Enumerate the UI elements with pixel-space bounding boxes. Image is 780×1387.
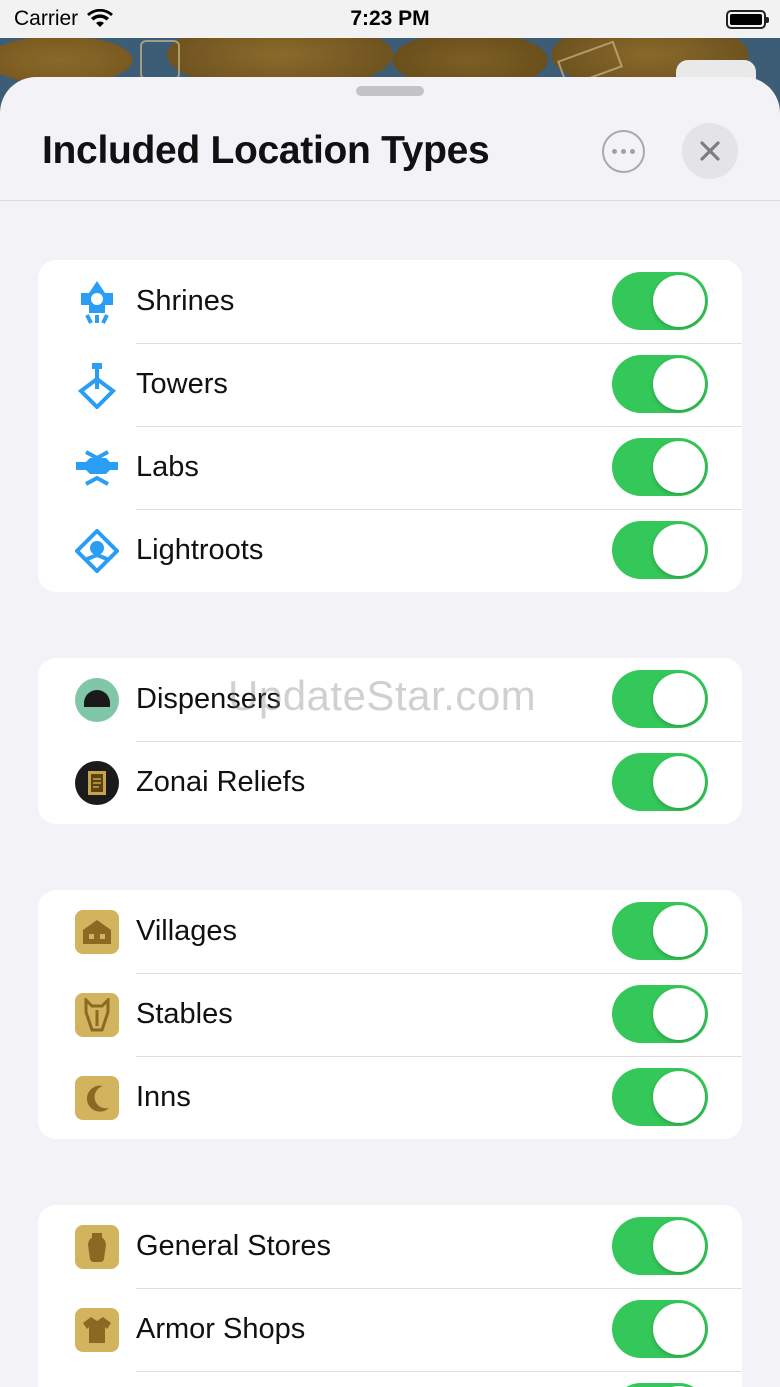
general-store-icon bbox=[74, 1224, 120, 1270]
toggle-zonai-reliefs[interactable] bbox=[612, 753, 708, 811]
sheet-header: Included Location Types bbox=[0, 77, 780, 201]
status-bar: Carrier 7:23 PM bbox=[0, 0, 780, 38]
village-icon bbox=[74, 909, 120, 955]
ellipsis-circle-icon[interactable] bbox=[602, 130, 645, 173]
toggle-villages[interactable] bbox=[612, 902, 708, 960]
zonai-relief-icon bbox=[74, 760, 120, 806]
list-item: General Stores bbox=[38, 1205, 742, 1288]
row-label: Zonai Reliefs bbox=[136, 766, 306, 798]
row-label: General Stores bbox=[136, 1230, 332, 1262]
row-label: Stables bbox=[136, 998, 233, 1030]
toggle-armor-shops[interactable] bbox=[612, 1300, 708, 1358]
stable-icon bbox=[74, 992, 120, 1038]
toggle-inns[interactable] bbox=[612, 1068, 708, 1126]
group-shrines: Shrines Towers Labs Lightroots bbox=[38, 260, 742, 592]
list-item bbox=[38, 1371, 742, 1387]
close-icon bbox=[700, 141, 720, 161]
close-button[interactable] bbox=[682, 123, 738, 179]
row-label: Villages bbox=[136, 915, 238, 947]
list-item: Armor Shops bbox=[38, 1288, 742, 1371]
toggle-general-stores[interactable] bbox=[612, 1217, 708, 1275]
dispenser-icon bbox=[74, 677, 120, 723]
shrine-icon bbox=[74, 279, 120, 325]
row-label: Lightroots bbox=[136, 534, 264, 566]
tower-icon bbox=[74, 362, 120, 409]
list-item: Villages bbox=[38, 890, 742, 973]
row-label: Inns bbox=[136, 1081, 191, 1113]
list-item: Labs bbox=[38, 426, 742, 509]
row-label: Dispensers bbox=[136, 683, 282, 715]
group-settlements: Villages Stables Inns bbox=[38, 890, 742, 1139]
toggle-towers[interactable] bbox=[612, 355, 708, 413]
toggle-dispensers[interactable] bbox=[612, 670, 708, 728]
row-label: Shrines bbox=[136, 285, 235, 317]
list-item: Dispensers bbox=[38, 658, 742, 741]
armor-shop-icon bbox=[74, 1307, 120, 1353]
list-item: Shrines bbox=[38, 260, 742, 343]
list-item: Towers bbox=[38, 343, 742, 426]
toggle-partial[interactable] bbox=[612, 1383, 708, 1387]
status-time: 7:23 PM bbox=[350, 7, 430, 30]
list-item: Lightroots bbox=[38, 509, 742, 592]
inn-icon bbox=[74, 1075, 120, 1121]
list-item: Stables bbox=[38, 973, 742, 1056]
lab-icon bbox=[74, 445, 120, 491]
list-item: Zonai Reliefs bbox=[38, 741, 742, 824]
group-zonai: Dispensers Zonai Reliefs bbox=[38, 658, 742, 824]
list-item: Inns bbox=[38, 1056, 742, 1139]
row-label: Towers bbox=[136, 368, 228, 400]
toggle-labs[interactable] bbox=[612, 438, 708, 496]
toggle-lightroots[interactable] bbox=[612, 521, 708, 579]
map-outline bbox=[140, 40, 180, 80]
toggle-shrines[interactable] bbox=[612, 272, 708, 330]
row-label: Armor Shops bbox=[136, 1313, 306, 1345]
toggle-stables[interactable] bbox=[612, 985, 708, 1043]
lightroot-icon bbox=[74, 528, 120, 574]
row-label: Labs bbox=[136, 451, 199, 483]
battery-icon bbox=[726, 9, 769, 29]
sheet-title: Included Location Types bbox=[42, 129, 490, 172]
group-shops: General Stores Armor Shops bbox=[38, 1205, 742, 1387]
location-types-sheet: Included Location Types Shrines Towers L… bbox=[0, 77, 780, 1387]
